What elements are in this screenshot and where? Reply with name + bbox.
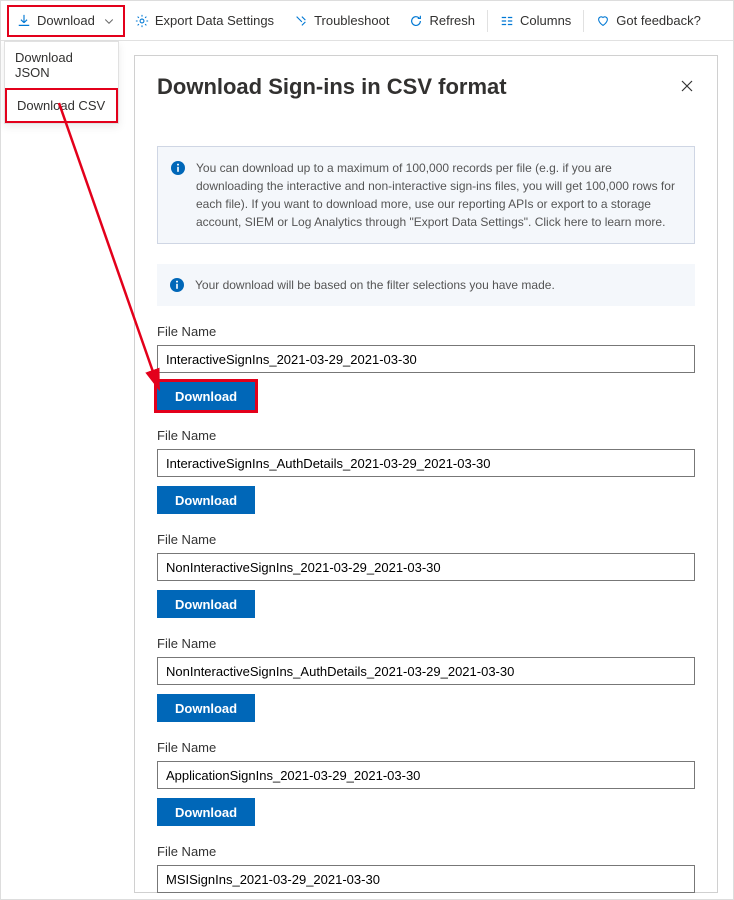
close-icon (679, 78, 695, 94)
download-dropdown: Download JSON Download CSV (4, 41, 119, 124)
file-name-label: File Name (157, 428, 695, 443)
file-name-label: File Name (157, 844, 695, 859)
wrench-icon (294, 14, 308, 28)
columns-label: Columns (520, 13, 571, 28)
file-name-label: File Name (157, 532, 695, 547)
columns-button[interactable]: Columns (490, 6, 581, 36)
file-group: File Name Download (157, 636, 695, 722)
download-menu-button[interactable]: Download (7, 5, 125, 37)
file-name-label: File Name (157, 636, 695, 651)
file-group: File Name Download (157, 740, 695, 826)
download-csv-panel: Download Sign-ins in CSV format You can … (134, 55, 718, 893)
feedback-button[interactable]: Got feedback? (586, 6, 711, 36)
info-text-limits: You can download up to a maximum of 100,… (196, 159, 682, 231)
toolbar: Download Export Data Settings Troublesho… (1, 1, 733, 41)
download-menu-label: Download (37, 13, 95, 28)
info-box-limits: You can download up to a maximum of 100,… (157, 146, 695, 244)
info-text-filter: Your download will be based on the filte… (195, 276, 555, 294)
panel-body: You can download up to a maximum of 100,… (135, 110, 717, 900)
info-icon (169, 277, 185, 293)
columns-icon (500, 14, 514, 28)
download-button[interactable]: Download (157, 694, 255, 722)
file-name-input[interactable] (157, 553, 695, 581)
download-icon (17, 14, 31, 28)
file-name-input[interactable] (157, 657, 695, 685)
page: Download Export Data Settings Troublesho… (0, 0, 734, 900)
file-name-input[interactable] (157, 449, 695, 477)
troubleshoot-label: Troubleshoot (314, 13, 389, 28)
troubleshoot-button[interactable]: Troubleshoot (284, 6, 399, 36)
file-group: File Name Download (157, 324, 695, 410)
file-name-input[interactable] (157, 345, 695, 373)
separator (583, 10, 584, 32)
download-button[interactable]: Download (157, 486, 255, 514)
file-name-label: File Name (157, 324, 695, 339)
download-button[interactable]: Download (157, 590, 255, 618)
info-box-filter: Your download will be based on the filte… (157, 264, 695, 306)
panel-title: Download Sign-ins in CSV format (157, 74, 507, 100)
chevron-down-icon (103, 15, 115, 27)
download-csv-item[interactable]: Download CSV (5, 88, 118, 123)
heart-icon (596, 14, 610, 28)
download-button[interactable]: Download (157, 382, 255, 410)
export-settings-label: Export Data Settings (155, 13, 274, 28)
refresh-label: Refresh (429, 13, 475, 28)
file-name-input[interactable] (157, 761, 695, 789)
feedback-label: Got feedback? (616, 13, 701, 28)
gear-icon (135, 14, 149, 28)
export-settings-button[interactable]: Export Data Settings (125, 6, 284, 36)
file-group: File Name Download (157, 532, 695, 618)
file-name-label: File Name (157, 740, 695, 755)
download-json-item[interactable]: Download JSON (5, 42, 118, 88)
separator (487, 10, 488, 32)
info-icon (170, 160, 186, 176)
file-name-input[interactable] (157, 865, 695, 893)
file-group: File Name Download (157, 428, 695, 514)
close-button[interactable] (679, 78, 695, 97)
file-group: File Name Download (157, 844, 695, 900)
refresh-icon (409, 14, 423, 28)
refresh-button[interactable]: Refresh (399, 6, 485, 36)
download-button[interactable]: Download (157, 798, 255, 826)
panel-header: Download Sign-ins in CSV format (135, 56, 717, 110)
